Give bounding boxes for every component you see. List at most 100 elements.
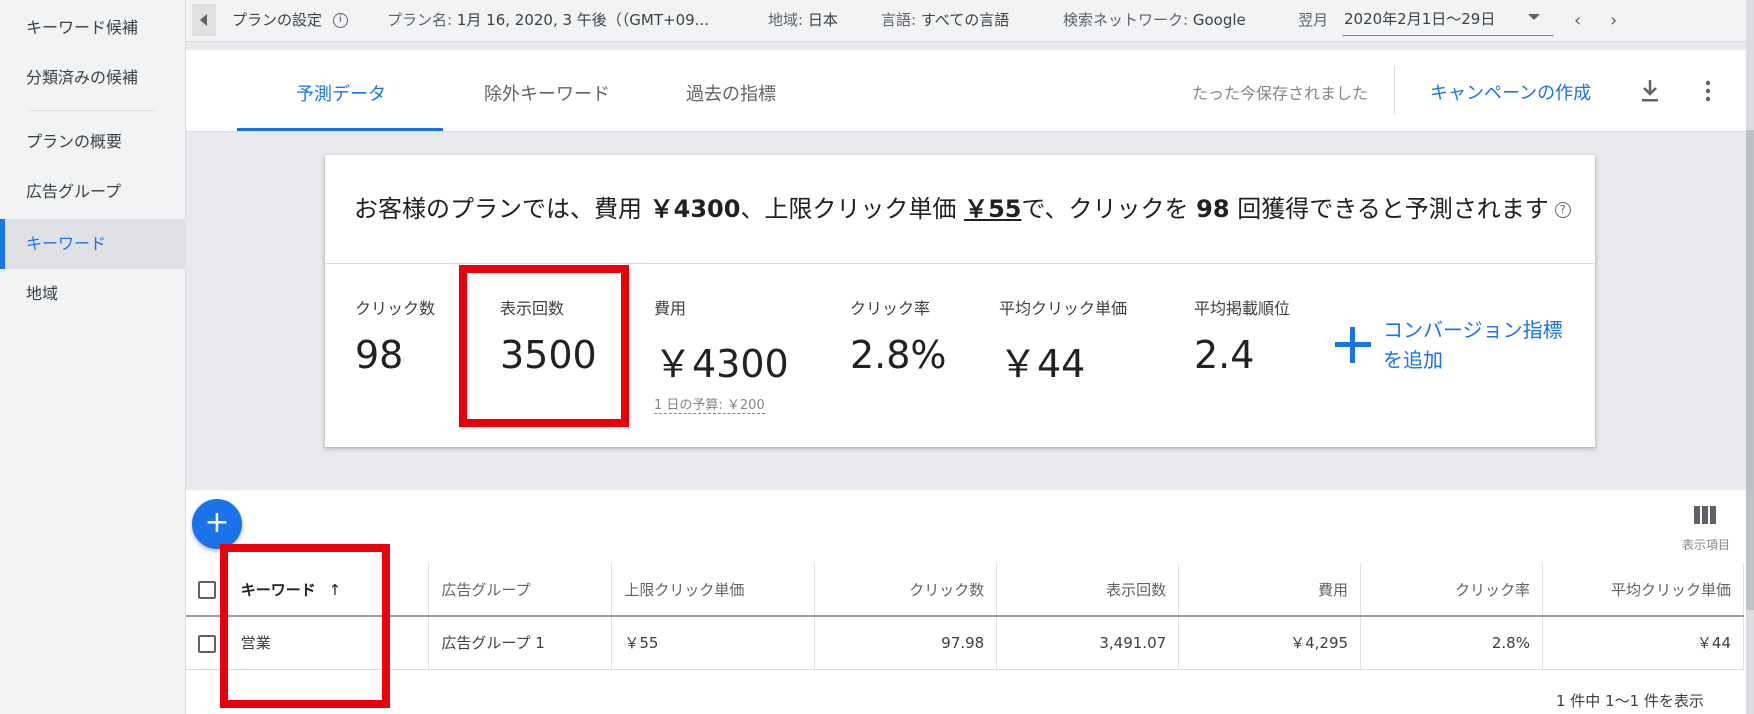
col-keyword-label: キーワード	[240, 580, 316, 599]
download-icon[interactable]	[1638, 78, 1662, 104]
metric-value: 98	[355, 333, 404, 377]
metric-value: ￥4300	[654, 342, 789, 386]
header-divider	[1394, 66, 1395, 114]
tab-historical-metrics[interactable]: 過去の指標	[686, 80, 776, 106]
metric-value: 2.8%	[850, 333, 947, 377]
network-setting[interactable]: 検索ネットワーク: Google	[1063, 0, 1246, 42]
cell-ctr: 2.8%	[1360, 616, 1543, 670]
summary-clicks: 98	[1196, 195, 1230, 223]
language-value: すべての言語	[920, 11, 1010, 29]
forecast-summary: お客様のプランでは、費用 ￥4300、上限クリック単価 ￥55で、クリックを 9…	[354, 189, 1571, 224]
col-ad-group[interactable]: 広告グループ	[428, 563, 613, 617]
sidebar-item-ad-groups[interactable]: 広告グループ	[0, 167, 186, 217]
plan-settings-link[interactable]: プランの設定 i	[232, 0, 348, 42]
active-tab-indicator	[237, 128, 443, 131]
metric-label: 平均掲載順位	[1194, 299, 1291, 318]
col-cost[interactable]: 費用	[1178, 563, 1362, 617]
region-setting[interactable]: 地域: 日本	[768, 0, 838, 42]
metric-label: 平均クリック単価	[999, 299, 1128, 318]
metric-impressions: 表示回数 3500	[500, 295, 597, 377]
metric-avg-position: 平均掲載順位 2.4	[1194, 295, 1290, 377]
date-range-dropdown[interactable]: 2020年2月1日～29日	[1342, 6, 1554, 36]
columns-icon[interactable]	[1693, 505, 1717, 525]
metric-avg-cpc: 平均クリック単価 ￥44	[999, 295, 1127, 388]
add-conversion-label: コンバージョン指標 を追加	[1383, 318, 1563, 372]
prev-period-icon[interactable]: ‹	[1574, 10, 1581, 31]
add-keyword-button[interactable]: +	[192, 499, 242, 549]
saved-status: たった今保存されました	[1192, 84, 1369, 103]
sidebar-item-grouped-ideas[interactable]: 分類済みの候補	[0, 53, 186, 103]
cell-avg-cpc: ￥44	[1542, 616, 1745, 670]
sidebar: キーワード候補 分類済みの候補 プランの概要 広告グループ キーワード 地域	[0, 0, 186, 714]
metric-ctr: クリック率 2.8%	[850, 295, 947, 377]
table-header-row: キーワード ↑ 広告グループ 上限クリック単価 クリック数 表示回数 費用 クリ…	[186, 563, 1745, 617]
cell-cost: ￥4,295	[1178, 616, 1362, 670]
plan-name-value: 1月 16, 2020, 3 午後（（GMT+09...	[456, 11, 709, 29]
sidebar-item-plan-overview[interactable]: プランの概要	[0, 117, 186, 167]
select-all-checkbox[interactable]	[198, 581, 216, 599]
help-icon[interactable]: ?	[1554, 202, 1571, 218]
info-icon: i	[332, 13, 348, 28]
summary-text-3: で、クリックを	[1021, 195, 1197, 223]
language-label: 言語:	[881, 11, 917, 29]
cell-max-cpc[interactable]: ￥55	[611, 616, 816, 670]
tab-negative-keywords[interactable]: 除外キーワード	[484, 80, 610, 106]
metric-label: 表示回数	[500, 299, 565, 318]
daily-budget[interactable]: 1 日の予算: ￥200	[654, 394, 765, 414]
summary-text-4: 回獲得できると予測されます	[1229, 195, 1549, 223]
col-ctr[interactable]: クリック率	[1360, 563, 1543, 617]
summary-cost: ￥4300	[649, 195, 741, 223]
columns-label[interactable]: 表示項目	[1682, 536, 1730, 553]
metric-label: クリック数	[355, 299, 436, 318]
sidebar-item-keywords[interactable]: キーワード	[0, 219, 186, 269]
plan-settings-bar: プランの設定 i プラン名: 1月 16, 2020, 3 午後（（GMT+09…	[186, 0, 1754, 42]
next-period-icon[interactable]: ›	[1610, 10, 1617, 31]
sidebar-item-keyword-ideas[interactable]: キーワード候補	[0, 3, 186, 53]
table-row[interactable]: 営業 広告グループ 1 ￥55 97.98 3,491.07 ￥4,295 2.…	[186, 616, 1745, 670]
plan-name-label: プラン名:	[387, 11, 453, 29]
col-clicks[interactable]: クリック数	[814, 563, 998, 617]
more-vert-icon[interactable]	[1696, 78, 1720, 104]
arrow-up-icon: ↑	[328, 580, 342, 599]
keyword-text: 営業	[240, 634, 271, 653]
summary-text-1: お客様のプランでは、費用	[354, 195, 650, 223]
metric-label: 費用	[654, 299, 687, 318]
cell-impressions: 3,491.07	[996, 616, 1180, 670]
metric-value: ￥44	[999, 342, 1086, 386]
scrollbar-thumb[interactable]	[1746, 130, 1754, 610]
cell-keyword: 営業	[186, 616, 430, 670]
network-label: 検索ネットワーク:	[1063, 11, 1189, 29]
create-campaign-button[interactable]: キャンペーンの作成	[1430, 79, 1591, 105]
metric-value: 3500	[500, 333, 597, 377]
collapse-sidebar-button[interactable]	[192, 4, 216, 36]
metric-label: クリック率	[850, 299, 931, 318]
metric-value: 2.4	[1194, 333, 1255, 377]
period-label: 翌月	[1298, 11, 1329, 29]
keywords-table: キーワード ↑ 広告グループ 上限クリック単価 クリック数 表示回数 費用 クリ…	[186, 563, 1745, 670]
col-keyword[interactable]: キーワード ↑	[186, 563, 430, 617]
triangle-left-icon	[200, 14, 207, 26]
card-divider	[325, 263, 1595, 264]
col-impressions[interactable]: 表示回数	[996, 563, 1180, 617]
metric-cost: 費用 ￥4300	[654, 295, 789, 388]
pagination-text: 1 件中 1～1 件を表示	[1556, 692, 1704, 710]
forecast-card: お客様のプランでは、費用 ￥4300、上限クリック単価 ￥55で、クリックを 9…	[325, 155, 1595, 447]
network-value: Google	[1192, 11, 1246, 29]
cell-ad-group: 広告グループ 1	[428, 616, 613, 670]
summary-text-2: 、上限クリック単価	[740, 195, 965, 223]
date-range-value: 2020年2月1日～29日	[1344, 10, 1496, 28]
summary-max-cpc-link[interactable]: ￥55	[964, 195, 1021, 223]
region-value: 日本	[807, 11, 838, 29]
chevron-down-icon	[1528, 14, 1540, 20]
tab-forecast[interactable]: 予測データ	[296, 80, 386, 106]
plus-icon	[1335, 327, 1371, 363]
col-max-cpc[interactable]: 上限クリック単価	[611, 563, 816, 617]
plan-name-setting[interactable]: プラン名: 1月 16, 2020, 3 午後（（GMT+09...	[387, 0, 709, 42]
metric-clicks: クリック数 98	[355, 295, 435, 377]
language-setting[interactable]: 言語: すべての言語	[881, 0, 1009, 42]
plan-settings-label: プランの設定	[232, 11, 323, 29]
sidebar-item-locations[interactable]: 地域	[0, 269, 186, 319]
col-avg-cpc[interactable]: 平均クリック単価	[1542, 563, 1745, 617]
row-checkbox[interactable]	[198, 634, 216, 653]
sidebar-divider	[30, 110, 154, 111]
